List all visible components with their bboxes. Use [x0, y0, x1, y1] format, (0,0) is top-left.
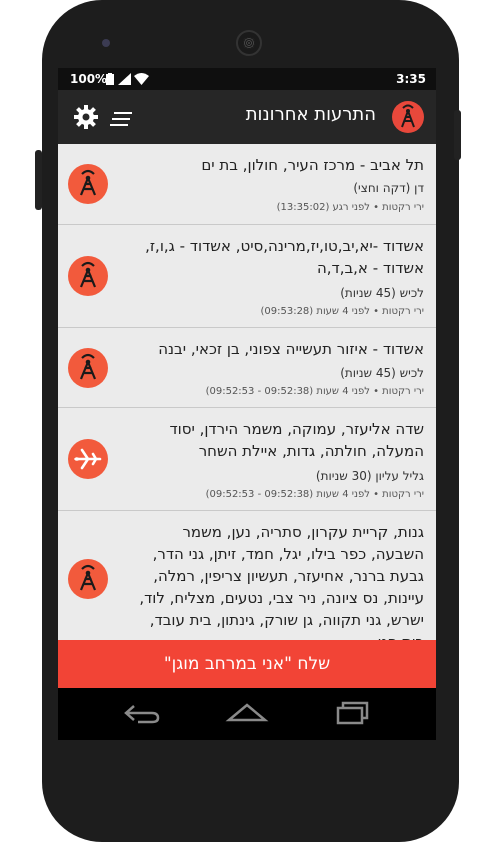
alert-duration: לכיש (45 שניות): [340, 366, 424, 380]
cell-signal-icon: [118, 73, 131, 88]
rocket-tower-icon: [68, 164, 108, 204]
alert-cities: תל אביב - מרכז העיר, חולון, בת ים: [201, 156, 424, 174]
settings-gear-icon[interactable]: [74, 105, 98, 133]
status-bar: 100% 3:35: [58, 68, 436, 90]
alert-cities: אשדוד - איזור תעשייה צפוני, בן זכאי, יבנ…: [158, 340, 424, 358]
alert-duration: דן (דקה וחצי): [353, 181, 424, 195]
clock: 3:35: [396, 72, 426, 86]
earpiece-speaker: [236, 30, 262, 56]
filter-menu-icon[interactable]: [110, 111, 132, 130]
alert-meta: ירי רקטות • לפני 4 שעות (09:52:38 - 09:5…: [205, 489, 424, 500]
alert-item[interactable]: גנות, קריית עקרון, סתריה, נען, משמר השבע…: [58, 511, 436, 651]
wifi-icon: [134, 73, 149, 88]
safe-space-button[interactable]: שלח "אני במרחב מוגן": [58, 640, 436, 688]
rocket-tower-icon: [68, 559, 108, 599]
alert-item[interactable]: אשדוד - איזור תעשייה צפוני, בן זכאי, יבנ…: [58, 328, 436, 408]
app-screen: 100% 3:35 התרעות אחרונות תל אביב - מרכז …: [58, 68, 436, 740]
recent-apps-icon[interactable]: [322, 688, 382, 740]
alert-cities: אשדוד -יא,יב,טו,יז,מרינה,סיט, אשדוד - ג,…: [145, 237, 424, 277]
app-logo-tower-icon: [392, 101, 424, 133]
app-bar: התרעות אחרונות: [58, 90, 436, 144]
alert-meta: ירי רקטות • לפני רגע (13:35:02): [276, 202, 424, 213]
alert-duration: גליל עליון (30 שניות): [315, 469, 424, 483]
home-icon[interactable]: [217, 688, 277, 740]
alert-cities: גנות, קריית עקרון, סתריה, נען, משמר השבע…: [139, 523, 424, 651]
battery-percent: 100%: [70, 72, 108, 86]
alert-meta: ירי רקטות • לפני 4 שעות (09:52:38 - 09:5…: [205, 386, 424, 397]
volume-button: [35, 150, 42, 210]
alert-meta: ירי רקטות • לפני 4 שעות (09:53:28): [260, 306, 424, 317]
alert-item[interactable]: תל אביב - מרכז העיר, חולון, בת ים דן (דק…: [58, 144, 436, 225]
page-title: התרעות אחרונות: [245, 104, 376, 125]
airplane-icon: [68, 439, 108, 479]
front-camera: [102, 39, 110, 47]
battery-icon: [106, 73, 114, 88]
power-button: [454, 110, 461, 160]
alert-cities: שדה אליעזר, עמוקה, משמר הירדן, יסוד המעל…: [169, 420, 424, 460]
rocket-tower-icon: [68, 256, 108, 296]
back-icon[interactable]: [112, 688, 172, 740]
alert-item[interactable]: אשדוד -יא,יב,טו,יז,מרינה,סיט, אשדוד - ג,…: [58, 225, 436, 328]
alert-item[interactable]: שדה אליעזר, עמוקה, משמר הירדן, יסוד המעל…: [58, 408, 436, 511]
android-nav-bar: [58, 688, 436, 740]
alert-duration: לכיש (45 שניות): [340, 286, 424, 300]
rocket-tower-icon: [68, 348, 108, 388]
